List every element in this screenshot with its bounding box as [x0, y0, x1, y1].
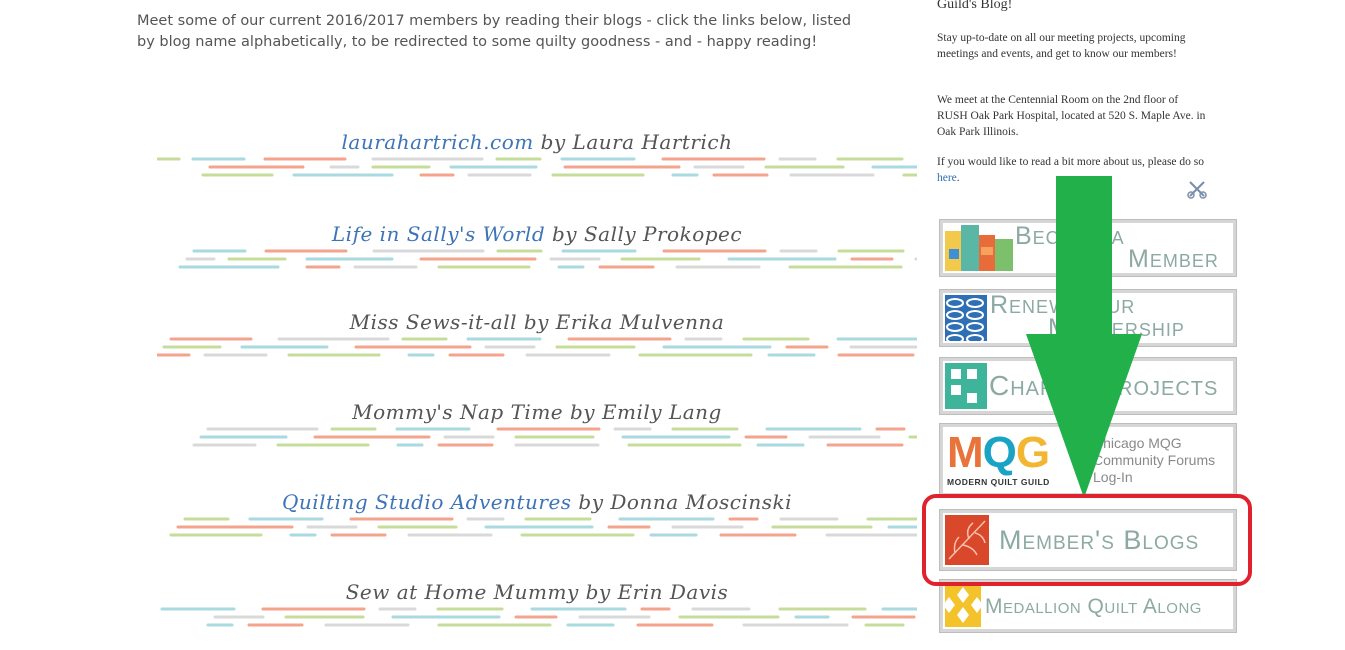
blog-link[interactable]: Life in Sally's World — [332, 222, 545, 246]
sidebar-paragraph: We meet at the Centennial Room on the 2n… — [937, 94, 1206, 138]
blog-author: Miss Sews-it-all by Erika Mulvenna — [349, 310, 725, 334]
blog-author: Mommy's Nap Time by Emily Lang — [352, 400, 722, 424]
sidebar-paragraph: Stay up-to-date on all our meeting proje… — [937, 32, 1186, 60]
stitch-divider — [178, 249, 917, 269]
blog-author: Sew at Home Mummy by Erin Davis — [345, 580, 729, 604]
down-arrow-icon — [1026, 176, 1142, 498]
fabric-swatch-icon — [945, 295, 987, 341]
blog-title: Life in Sally's World by Sally Prokopec — [157, 222, 917, 246]
blog-author: by Donna Moscinski — [571, 490, 793, 514]
blog-title: laurahartrich.com by Laura Hartrich — [157, 130, 917, 154]
about-here-link[interactable]: here — [937, 172, 957, 184]
stitch-divider — [157, 337, 917, 357]
mqg-letter: M — [947, 428, 984, 477]
sidebar-about-period: . — [956, 172, 960, 184]
blog-entry: Sew at Home Mummy by Erin Davis — [157, 580, 917, 650]
blog-author: by Sally Prokopec — [545, 222, 743, 246]
mqg-letter: Q — [982, 428, 1017, 477]
blog-title: Mommy's Nap Time by Emily Lang — [157, 400, 917, 424]
scissors-tool-icon[interactable] — [1186, 178, 1208, 200]
blog-entry: Miss Sews-it-all by Erika Mulvenna — [157, 310, 917, 380]
blog-title: Miss Sews-it-all by Erika Mulvenna — [157, 310, 917, 334]
blog-entry: laurahartrich.com by Laura Hartrich — [157, 130, 917, 200]
stitch-divider — [157, 157, 917, 177]
blog-entry: Quilting Studio Adventures by Donna Mosc… — [157, 490, 917, 560]
blog-link[interactable]: Quilting Studio Adventures — [282, 490, 572, 514]
sidebar-about-text: If you would like to read a bit more abo… — [937, 156, 1204, 168]
blog-entry: Mommy's Nap Time by Emily Lang — [157, 400, 917, 470]
medallion-quilt-banner[interactable]: Medallion Quilt Along — [940, 580, 1236, 632]
stitch-divider — [192, 427, 917, 447]
blog-title: Quilting Studio Adventures by Donna Mosc… — [157, 490, 917, 514]
blog-title: Sew at Home Mummy by Erin Davis — [157, 580, 917, 604]
stitch-divider — [169, 517, 917, 537]
blog-entry: Life in Sally's World by Sally Prokopec — [157, 222, 917, 292]
medallion-swatch-icon — [945, 585, 981, 627]
blog-author: by Laura Hartrich — [533, 130, 733, 154]
fabric-swatch-icon — [945, 363, 987, 409]
intro-text: Meet some of our current 2016/2017 membe… — [137, 13, 852, 50]
sidebar-blog-heading: Guild's Blog! — [937, 0, 1013, 12]
banner-label-medallion: Medallion Quilt Along — [985, 595, 1202, 618]
highlight-box — [922, 494, 1252, 586]
stitch-divider — [160, 607, 917, 627]
fabric-swatch-icon — [945, 225, 1013, 271]
blog-link[interactable]: laurahartrich.com — [342, 130, 534, 154]
